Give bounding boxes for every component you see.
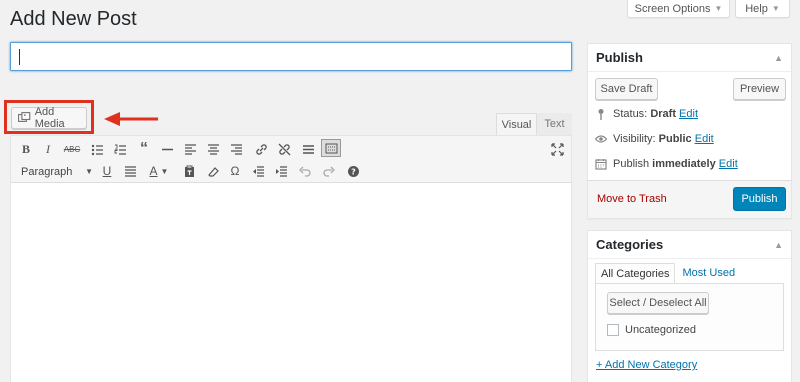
calendar-icon [595, 159, 607, 170]
help-icon[interactable]: ? [343, 162, 363, 180]
publish-box-header[interactable]: Publish ▲ [588, 44, 791, 72]
page-title: Add New Post [10, 8, 137, 30]
bold-icon[interactable]: B [16, 140, 36, 158]
status-edit-link[interactable]: Edit [679, 108, 698, 120]
post-title-input[interactable] [10, 42, 572, 71]
annotation-arrow-icon [104, 112, 158, 126]
text-cursor [19, 49, 20, 65]
visibility-value: Public [658, 133, 692, 145]
read-more-icon[interactable] [298, 140, 318, 158]
tab-all-categories[interactable]: All Categories [595, 263, 676, 285]
category-tabs: All Categories Most Used [595, 263, 742, 285]
move-to-trash-link[interactable]: Move to Trash [597, 193, 667, 205]
outdent-icon[interactable] [248, 162, 268, 180]
screen-options-button[interactable]: Screen Options ▼ [627, 0, 730, 18]
collapse-arrow-icon[interactable]: ▲ [774, 240, 783, 250]
category-checkbox[interactable] [607, 324, 619, 336]
format-select[interactable]: Paragraph ▼ [17, 163, 97, 180]
schedule-label: Publish [613, 158, 650, 170]
redo-icon[interactable] [318, 162, 338, 180]
select-deselect-all-button[interactable]: Select / Deselect All [607, 292, 709, 314]
indent-icon[interactable] [271, 162, 291, 180]
fullscreen-icon[interactable] [547, 140, 567, 158]
toolbar-toggle-icon[interactable] [321, 139, 341, 157]
editor-toolbar: B I ABC “ Paragraph ▼ U A ▼ Ω ? [11, 136, 571, 183]
publish-actions: Move to Trash Publish [588, 180, 791, 218]
svg-text:?: ? [351, 167, 356, 176]
underline-icon[interactable]: U [97, 162, 117, 180]
schedule-row: Publish immediately Edit [595, 158, 738, 170]
visibility-label: Visibility: [613, 133, 656, 145]
visibility-edit-link[interactable]: Edit [695, 133, 714, 145]
blockquote-icon[interactable]: “ [134, 140, 154, 158]
status-label: Status: [613, 108, 648, 120]
text-color-icon[interactable]: A ▼ [145, 162, 173, 180]
save-draft-button[interactable]: Save Draft [595, 78, 658, 100]
align-center-icon[interactable] [203, 140, 223, 158]
align-right-icon[interactable] [226, 140, 246, 158]
eye-icon [595, 135, 607, 143]
add-media-button[interactable]: Add Media [11, 106, 87, 130]
tab-text[interactable]: Text [537, 113, 572, 135]
preview-button[interactable]: Preview [733, 78, 786, 100]
categories-box-title: Categories [596, 237, 664, 252]
horizontal-line-icon[interactable] [157, 140, 177, 158]
category-label: Uncategorized [625, 324, 696, 336]
special-character-icon[interactable]: Ω [225, 162, 245, 180]
caret-down-icon: ▼ [714, 4, 723, 13]
status-value: Draft [650, 108, 676, 120]
screen-options-label: Screen Options [634, 2, 711, 15]
editor-area[interactable]: B I ABC “ Paragraph ▼ U A ▼ Ω ? [10, 135, 572, 382]
insert-link-icon[interactable] [251, 140, 271, 158]
paste-as-text-icon[interactable] [179, 162, 199, 180]
schedule-edit-link[interactable]: Edit [719, 158, 738, 170]
caret-down-icon: ▼ [771, 4, 780, 13]
add-media-label: Add Media [34, 106, 65, 130]
pin-icon [598, 109, 604, 120]
category-item: Uncategorized [607, 324, 696, 336]
media-icon [18, 112, 31, 123]
add-new-category-link[interactable]: + Add New Category [596, 359, 697, 371]
align-left-icon[interactable] [180, 140, 200, 158]
tab-visual[interactable]: Visual [496, 113, 537, 135]
publish-button[interactable]: Publish [733, 187, 786, 211]
strikethrough-icon[interactable]: ABC [62, 140, 82, 158]
italic-icon[interactable]: I [38, 140, 58, 158]
justify-icon[interactable] [120, 162, 140, 180]
categories-box: Categories ▲ All Categories Most Used Se… [587, 230, 792, 382]
remove-link-icon[interactable] [274, 140, 294, 158]
bulleted-list-icon[interactable] [87, 140, 107, 158]
help-button[interactable]: Help ▼ [735, 0, 790, 18]
status-row: Status: Draft Edit [595, 108, 698, 120]
help-label: Help [745, 2, 768, 15]
schedule-value: immediately [652, 158, 716, 170]
publish-box: Publish ▲ Save Draft Preview Status: Dra… [587, 43, 792, 219]
publish-box-title: Publish [596, 50, 643, 65]
clear-formatting-icon[interactable] [202, 162, 222, 180]
collapse-arrow-icon[interactable]: ▲ [774, 53, 783, 63]
categories-box-header[interactable]: Categories ▲ [588, 231, 791, 259]
numbered-list-icon[interactable] [110, 140, 130, 158]
format-select-value: Paragraph [21, 165, 73, 178]
tab-most-used[interactable]: Most Used [675, 263, 742, 285]
category-list-panel: Select / Deselect All Uncategorized [595, 283, 784, 351]
caret-down-icon: ▼ [85, 167, 93, 176]
undo-icon[interactable] [295, 162, 315, 180]
visibility-row: Visibility: Public Edit [595, 133, 714, 145]
